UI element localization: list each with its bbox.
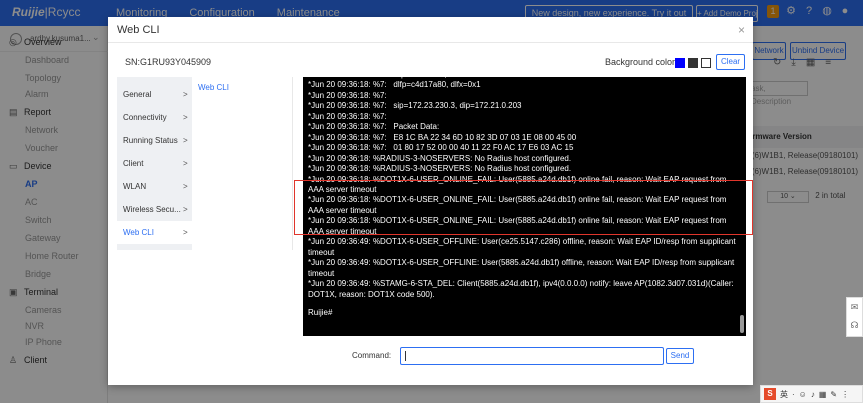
send-button[interactable]: Send <box>666 348 694 364</box>
menu-item-label: Web CLI <box>123 228 154 237</box>
command-input[interactable] <box>400 347 664 365</box>
blue-swatch[interactable] <box>675 58 685 68</box>
terminal-line: *Jun 20 09:36:18: %7: dlfp=c4d17a80, dlf… <box>308 80 481 90</box>
terminal-line: *Jun 20 09:36:18: %7: <box>308 111 387 121</box>
ime-toolbar-icon[interactable]: ✎ <box>830 390 837 399</box>
feedback-icon[interactable]: ✉ <box>847 298 862 316</box>
terminal-line: *Jun 20 09:36:18: %7: E8 1C BA 22 34 6D … <box>308 132 577 142</box>
chevron-right-icon: > <box>183 159 188 168</box>
sogou-ime-icon[interactable]: S <box>764 388 776 400</box>
cli-prompt: Ruijie# <box>308 307 333 317</box>
ime-toolbar-icon[interactable]: 英 <box>780 389 788 400</box>
terminal-line: *Jun 20 09:36:18: %RADIUS-3-NOSERVERS: N… <box>308 164 572 174</box>
chevron-right-icon: > <box>183 182 188 191</box>
menu-item-label: Client <box>123 159 144 168</box>
terminal-line: *Jun 20 09:36:18: %RADIUS-3-NOSERVERS: N… <box>308 153 572 163</box>
terminal-line: *Jun 20 09:36:49: %DOT1X-6-USER_OFFLINE:… <box>308 258 737 278</box>
terminal-line: *Jun 20 09:36:18: %7: <box>308 90 387 100</box>
device-menu: General > Connectivity > Running Status > Clie… <box>117 77 192 250</box>
command-label: Command: <box>352 351 392 360</box>
menu-item-label: Connectivity <box>123 113 167 122</box>
ime-toolbar-icon[interactable]: ⋮ <box>841 390 849 399</box>
modal-header: Web CLI × <box>108 17 753 43</box>
side-support-widget[interactable]: ✉ ☊ <box>846 297 863 337</box>
ime-toolbar-icon[interactable]: ▦ <box>819 390 827 399</box>
menu-item-client[interactable]: Client > <box>117 152 192 175</box>
text-caret <box>405 351 406 361</box>
chevron-right-icon: > <box>183 113 188 122</box>
dark-swatch[interactable] <box>688 58 698 68</box>
clear-button[interactable]: Clear <box>716 54 745 70</box>
chevron-right-icon: > <box>183 90 188 99</box>
modal-title: Web CLI <box>117 24 160 36</box>
headset-icon[interactable]: ☊ <box>847 316 862 334</box>
serial-number: SN:G1RU93Y045909 <box>125 57 212 67</box>
ime-toolbar: S 英 · ☺ ♪ ▦ ✎ ⋮ <box>760 385 863 403</box>
highlight-annotation-box <box>294 180 753 235</box>
close-icon[interactable]: × <box>738 23 745 37</box>
chevron-right-icon: > <box>183 228 188 237</box>
menu-item-general[interactable]: General > <box>117 83 192 106</box>
menu-item-running-status[interactable]: Running Status > <box>117 129 192 152</box>
ime-toolbar-icon[interactable]: ☺ <box>799 390 807 399</box>
menu-item-connectivity[interactable]: Connectivity > <box>117 106 192 129</box>
menu-item-label: Wireless Secu... <box>123 205 181 214</box>
white-swatch[interactable] <box>701 58 711 68</box>
menu-item-wireless-secu-[interactable]: Wireless Secu... > <box>117 198 192 221</box>
menu-item-label: WLAN <box>123 182 147 191</box>
terminal-scrollbar[interactable] <box>740 315 744 333</box>
background-color-label: Background color: <box>605 57 678 67</box>
ime-toolbar-icon[interactable]: · <box>792 390 795 399</box>
terminal-line: *Jun 20 09:36:49: %STAMG-6-STA_DEL: Clie… <box>308 279 736 299</box>
menu-item-label: Running Status <box>123 136 178 145</box>
menu-item-wlan[interactable]: WLAN > <box>117 175 192 198</box>
chevron-right-icon: > <box>183 136 188 145</box>
terminal-line: *Jun 20 09:36:18: %7: 01 80 17 52 00 00 … <box>308 143 574 153</box>
terminal-line: *Jun 20 09:36:18: %7: sip=172.23.230.3, … <box>308 101 522 111</box>
submenu: Web CLI <box>192 77 293 250</box>
menu-item-web-cli[interactable]: Web CLI > <box>117 221 192 244</box>
ime-toolbar-icon[interactable]: ♪ <box>811 390 815 399</box>
submenu-item-web-cli[interactable]: Web CLI <box>198 83 229 92</box>
terminal-line: *Jun 20 09:36:18: %7: Packet Data: <box>308 122 440 132</box>
terminal-line: *Jun 20 09:36:49: %DOT1X-6-USER_OFFLINE:… <box>308 237 738 257</box>
chevron-right-icon: > <box>183 205 188 214</box>
menu-item-label: General <box>123 90 152 99</box>
